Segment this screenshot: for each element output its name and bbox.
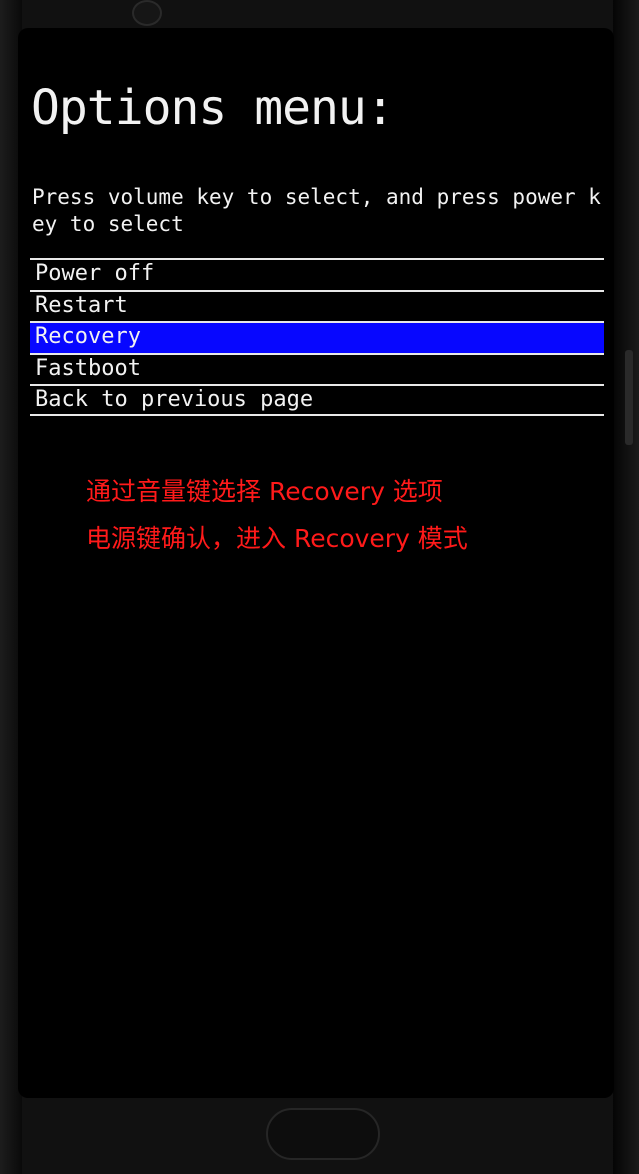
- annotation-line-1: 通过音量键选择 Recovery 选项: [86, 477, 443, 506]
- home-button: [266, 1108, 380, 1160]
- menu-item-label: Back to previous page: [35, 387, 314, 412]
- menu-item-restart[interactable]: Restart: [30, 289, 604, 322]
- options-menu-list: Power off Restart Recovery Fastboot Back…: [30, 258, 604, 416]
- menu-item-label: Power off: [35, 261, 155, 286]
- menu-item-label: Recovery: [35, 324, 141, 349]
- phone-device: Options menu: Press volume key to select…: [0, 0, 639, 1174]
- menu-item-label: Restart: [35, 292, 128, 318]
- front-camera: [132, 0, 162, 26]
- menu-item-power-off[interactable]: Power off: [30, 258, 604, 290]
- phone-right-edge: [613, 0, 639, 1174]
- menu-item-fastboot[interactable]: Fastboot: [30, 352, 604, 385]
- power-side-button: [625, 350, 633, 445]
- menu-instruction: Press volume key to select, and press po…: [32, 185, 601, 236]
- menu-item-label: Fastboot: [35, 355, 141, 381]
- annotation-line-2: 电源键确认，进入 Recovery 模式: [86, 524, 468, 553]
- menu-item-back[interactable]: Back to previous page: [30, 384, 604, 416]
- options-menu-title: Options menu:: [31, 80, 395, 136]
- menu-item-recovery[interactable]: Recovery: [30, 321, 604, 353]
